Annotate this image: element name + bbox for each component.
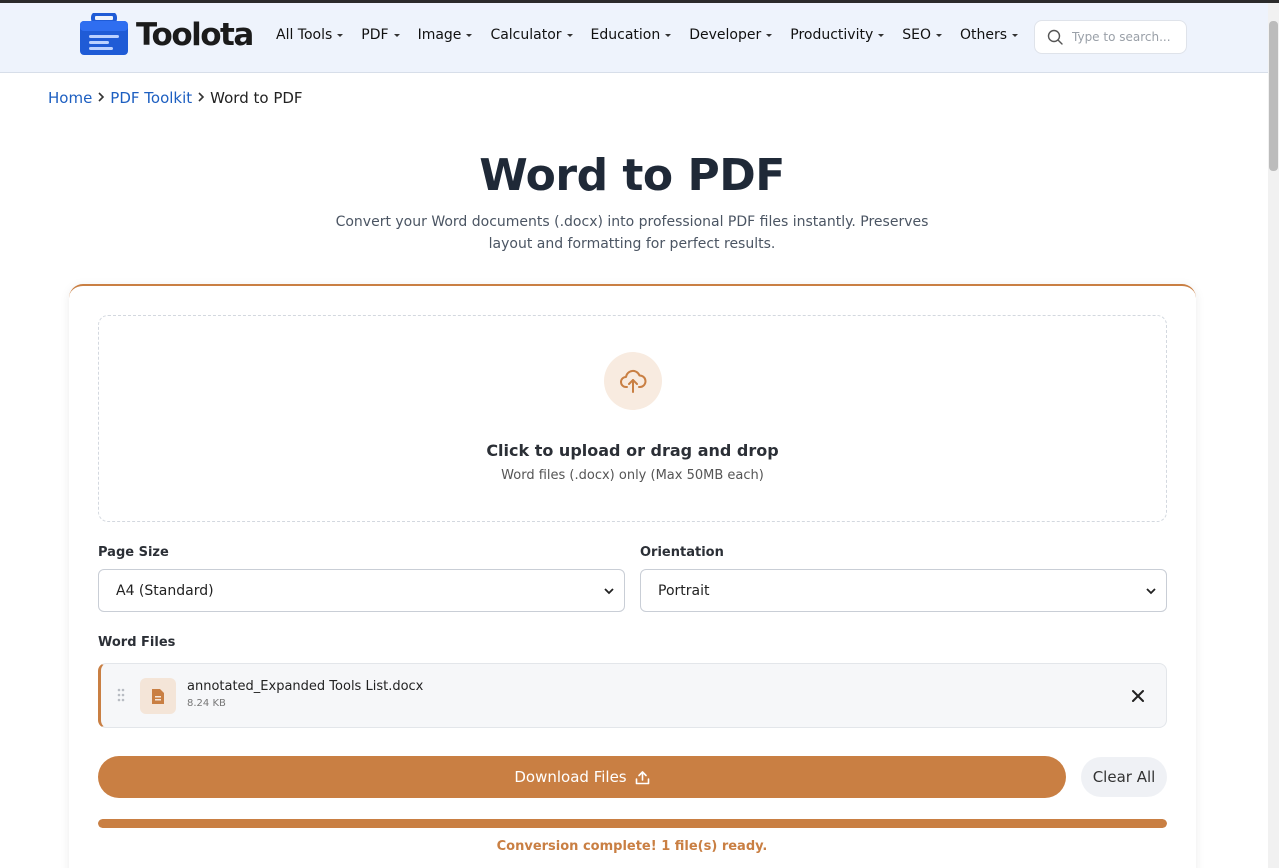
nav-all-tools[interactable]: All Tools	[276, 27, 344, 43]
caret-down-icon	[466, 33, 473, 37]
breadcrumb-section-link[interactable]: PDF Toolkit	[110, 89, 192, 107]
caret-down-icon	[1012, 33, 1019, 37]
nav-label: PDF	[361, 27, 389, 43]
document-file-icon	[140, 678, 176, 714]
nav-label: Others	[960, 27, 1008, 43]
nav-label: All Tools	[276, 27, 333, 43]
file-size: 8.24 KB	[187, 698, 226, 709]
navbar: Toolota All Tools PDF Image Calculator E…	[0, 3, 1268, 73]
breadcrumb: Home PDF Toolkit Word to PDF	[48, 89, 303, 107]
dropzone-hint: Word files (.docx) only (Max 50MB each)	[501, 468, 764, 483]
caret-down-icon	[566, 33, 573, 37]
caret-down-icon	[393, 33, 400, 37]
logo[interactable]: Toolota	[79, 12, 254, 56]
page-size-label: Page Size	[98, 545, 169, 560]
nav-label: Education	[590, 27, 661, 43]
clear-all-button[interactable]: Clear All	[1081, 757, 1167, 797]
drag-handle-icon[interactable]	[117, 688, 125, 702]
nav-label: SEO	[902, 27, 932, 43]
page-subtitle: Convert your Word documents (.docx) into…	[335, 214, 929, 252]
progress-fill	[98, 819, 1167, 828]
download-button-label: Download Files	[514, 768, 627, 786]
nav-label: Productivity	[790, 27, 874, 43]
chevron-right-icon	[197, 90, 205, 106]
nav-label: Image	[417, 27, 462, 43]
upload-dropzone[interactable]: Click to upload or drag and drop Word fi…	[98, 315, 1167, 522]
upload-arrow-icon	[635, 770, 649, 784]
caret-down-icon	[337, 33, 344, 37]
chevron-down-icon	[1146, 588, 1156, 595]
nav-image[interactable]: Image	[418, 27, 473, 43]
nav-seo[interactable]: SEO	[902, 27, 943, 43]
nav-calculator[interactable]: Calculator	[490, 27, 573, 43]
chevron-right-icon	[97, 90, 105, 106]
nav-label: Developer	[689, 27, 762, 43]
dropzone-title: Click to upload or drag and drop	[486, 441, 779, 460]
caret-down-icon	[878, 33, 885, 37]
nav-label: Calculator	[490, 27, 562, 43]
breadcrumb-home-link[interactable]: Home	[48, 89, 92, 107]
caret-down-icon	[665, 33, 672, 37]
orientation-select[interactable]: Portrait	[640, 569, 1167, 612]
word-files-label: Word Files	[98, 635, 176, 650]
caret-down-icon	[936, 33, 943, 37]
page-size-value: A4 (Standard)	[116, 582, 214, 599]
cloud-upload-icon	[604, 352, 662, 410]
page-scrollbar[interactable]	[1268, 3, 1279, 868]
caret-down-icon	[766, 33, 773, 37]
toolbox-logo-icon	[79, 12, 129, 56]
conversion-status: Conversion complete! 1 file(s) ready.	[496, 839, 768, 854]
download-files-button[interactable]: Download Files	[98, 756, 1066, 798]
nav-education[interactable]: Education	[591, 27, 672, 43]
file-name: annotated_Expanded Tools List.docx	[187, 679, 424, 694]
close-icon	[1132, 690, 1144, 702]
nav-developer[interactable]: Developer	[689, 27, 773, 43]
page-size-select[interactable]: A4 (Standard)	[98, 569, 625, 612]
orientation-value: Portrait	[658, 582, 710, 599]
main-nav: All Tools PDF Image Calculator Education…	[276, 27, 1036, 43]
nav-others[interactable]: Others	[960, 27, 1019, 43]
conversion-progress-bar	[98, 819, 1167, 828]
brand-name: Toolota	[136, 16, 254, 53]
nav-productivity[interactable]: Productivity	[790, 27, 885, 43]
breadcrumb-current: Word to PDF	[210, 89, 303, 107]
chevron-down-icon	[604, 588, 614, 595]
nav-pdf[interactable]: PDF	[361, 27, 400, 43]
scrollbar-thumb[interactable]	[1269, 21, 1278, 171]
page-title: Word to PDF	[479, 150, 785, 201]
search-input[interactable]	[1072, 30, 1172, 44]
search-box[interactable]	[1034, 20, 1187, 54]
remove-file-button[interactable]	[1128, 686, 1148, 706]
search-icon	[1047, 29, 1063, 45]
orientation-label: Orientation	[640, 545, 724, 560]
file-list-item: annotated_Expanded Tools List.docx 8.24 …	[98, 663, 1167, 728]
